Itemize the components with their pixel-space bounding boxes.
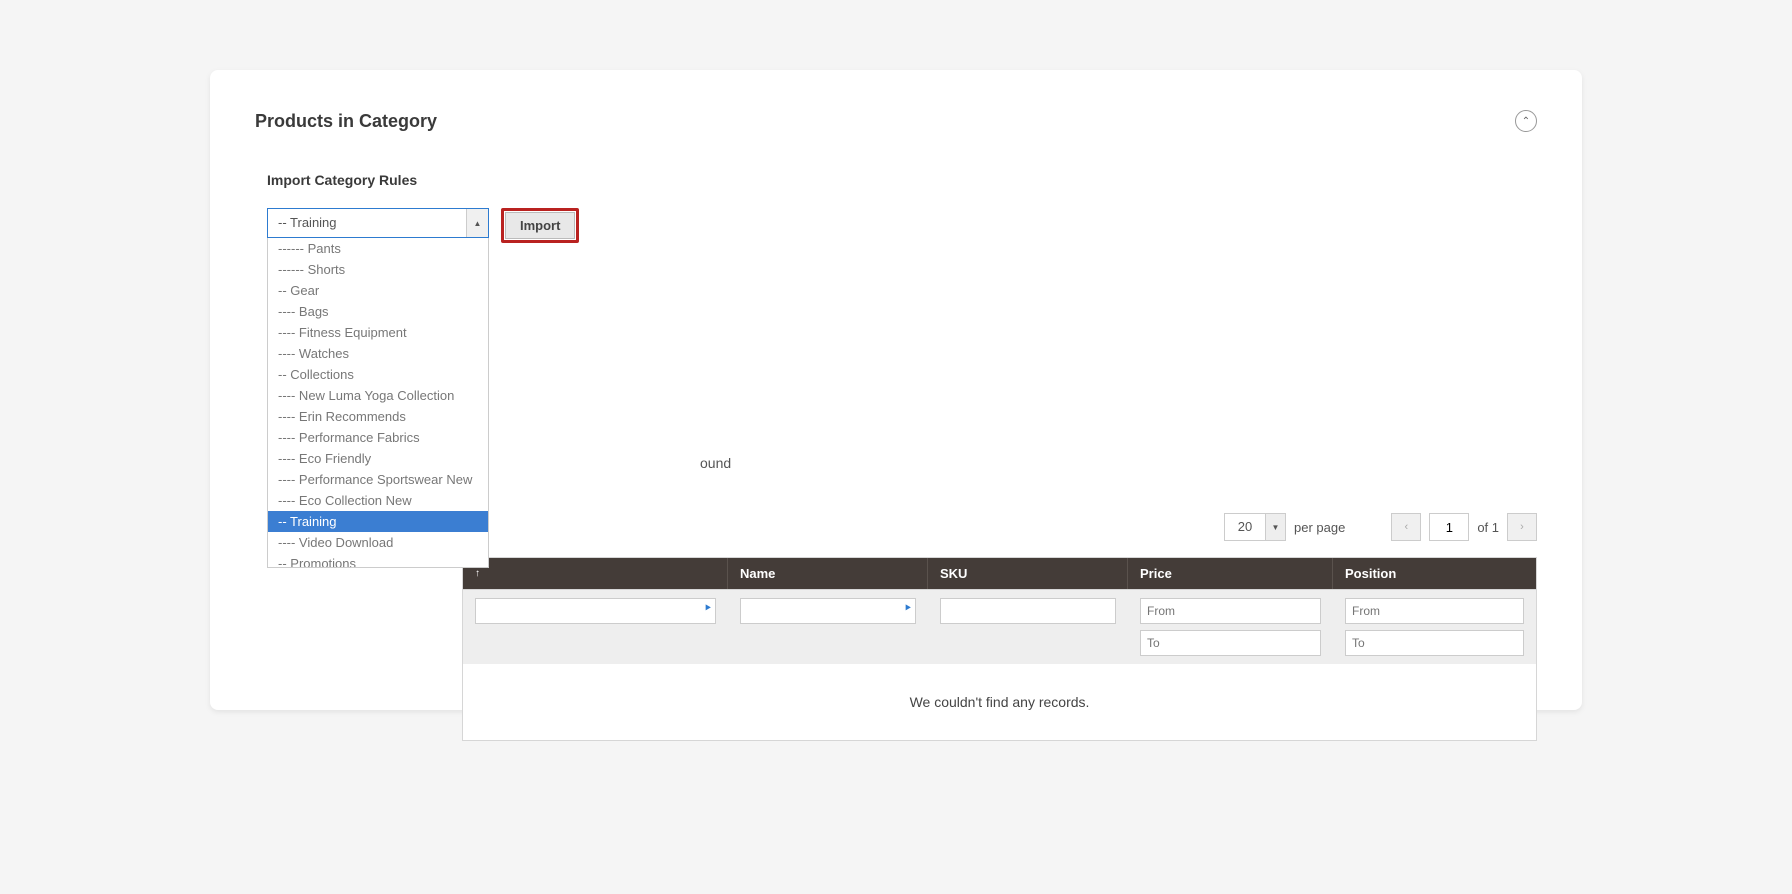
chevron-up-icon[interactable]: ▲ <box>466 209 488 237</box>
column-name[interactable]: Name <box>728 558 928 589</box>
dropdown-option[interactable]: ---- New Luma Yoga Collection <box>268 385 488 406</box>
filter-sku-input[interactable] <box>940 598 1116 624</box>
search-icon: ⯈ <box>703 603 712 616</box>
import-button-highlight: Import <box>501 208 579 243</box>
panel-title: Products in Category <box>255 111 437 132</box>
dropdown-option[interactable]: ---- Erin Recommends <box>268 406 488 427</box>
no-records-message: We couldn't find any records. <box>463 664 1536 740</box>
chevron-down-icon[interactable]: ▼ <box>1265 514 1285 540</box>
dropdown-option[interactable]: -- Promotions <box>268 553 488 568</box>
products-grid: ↑ ID Name SKU Price Position ⯈ ⯈ <box>462 557 1537 741</box>
filter-position-from[interactable] <box>1345 598 1524 624</box>
import-row: -- Training ▲ ------ Pants------ Shorts-… <box>267 208 1537 243</box>
chevron-up-icon: ⌃ <box>1522 116 1530 127</box>
dropdown-option[interactable]: ---- Eco Friendly <box>268 448 488 469</box>
next-page-button[interactable]: › <box>1507 513 1537 541</box>
page-size-value: 20 <box>1225 514 1265 540</box>
filter-price-from[interactable] <box>1140 598 1321 624</box>
dropdown-option[interactable]: ---- Watches <box>268 343 488 364</box>
dropdown-option[interactable]: ---- Video Download <box>268 532 488 553</box>
dropdown-option[interactable]: ---- Performance Sportswear New <box>268 469 488 490</box>
category-dropdown[interactable]: ------ Pants------ Shorts-- Gear---- Bag… <box>267 238 489 568</box>
filter-position-to[interactable] <box>1345 630 1524 656</box>
filter-id-input[interactable] <box>475 598 716 624</box>
column-id[interactable]: ↑ ID <box>463 558 728 589</box>
select-box[interactable]: -- Training ▲ <box>267 208 489 238</box>
filter-name-input[interactable] <box>740 598 916 624</box>
grid-header: ↑ ID Name SKU Price Position <box>463 558 1536 589</box>
column-sku[interactable]: SKU <box>928 558 1128 589</box>
page-input[interactable] <box>1429 513 1469 541</box>
import-label: Import Category Rules <box>267 172 1537 188</box>
per-page-label: per page <box>1294 520 1345 535</box>
panel-header: Products in Category ⌃ <box>255 110 1537 132</box>
dropdown-option[interactable]: ---- Performance Fabrics <box>268 427 488 448</box>
column-position[interactable]: Position <box>1333 558 1536 589</box>
dropdown-option[interactable]: ---- Bags <box>268 301 488 322</box>
filter-price-to[interactable] <box>1140 630 1321 656</box>
dropdown-option[interactable]: -- Collections <box>268 364 488 385</box>
select-value: -- Training <box>268 209 466 237</box>
dropdown-option[interactable]: -- Gear <box>268 280 488 301</box>
import-button[interactable]: Import <box>505 212 575 239</box>
records-found-fragment: ound <box>700 455 731 471</box>
sort-asc-icon: ↑ <box>475 568 480 579</box>
prev-page-button[interactable]: ‹ <box>1391 513 1421 541</box>
dropdown-option[interactable]: ---- Eco Collection New <box>268 490 488 511</box>
dropdown-option[interactable]: ---- Fitness Equipment <box>268 322 488 343</box>
pager: 20 ▼ per page ‹ of 1 › <box>1224 513 1537 541</box>
collapse-button[interactable]: ⌃ <box>1515 110 1537 132</box>
dropdown-option[interactable]: -- Training <box>268 511 488 532</box>
products-panel: Products in Category ⌃ Import Category R… <box>210 70 1582 710</box>
search-icon: ⯈ <box>903 603 912 616</box>
dropdown-option[interactable]: ------ Shorts <box>268 259 488 280</box>
dropdown-option[interactable]: ------ Pants <box>268 238 488 259</box>
page-size-select[interactable]: 20 ▼ <box>1224 513 1286 541</box>
page-of-label: of 1 <box>1477 520 1499 535</box>
grid-filters: ⯈ ⯈ <box>463 589 1536 664</box>
column-price[interactable]: Price <box>1128 558 1333 589</box>
category-select[interactable]: -- Training ▲ ------ Pants------ Shorts-… <box>267 208 489 238</box>
